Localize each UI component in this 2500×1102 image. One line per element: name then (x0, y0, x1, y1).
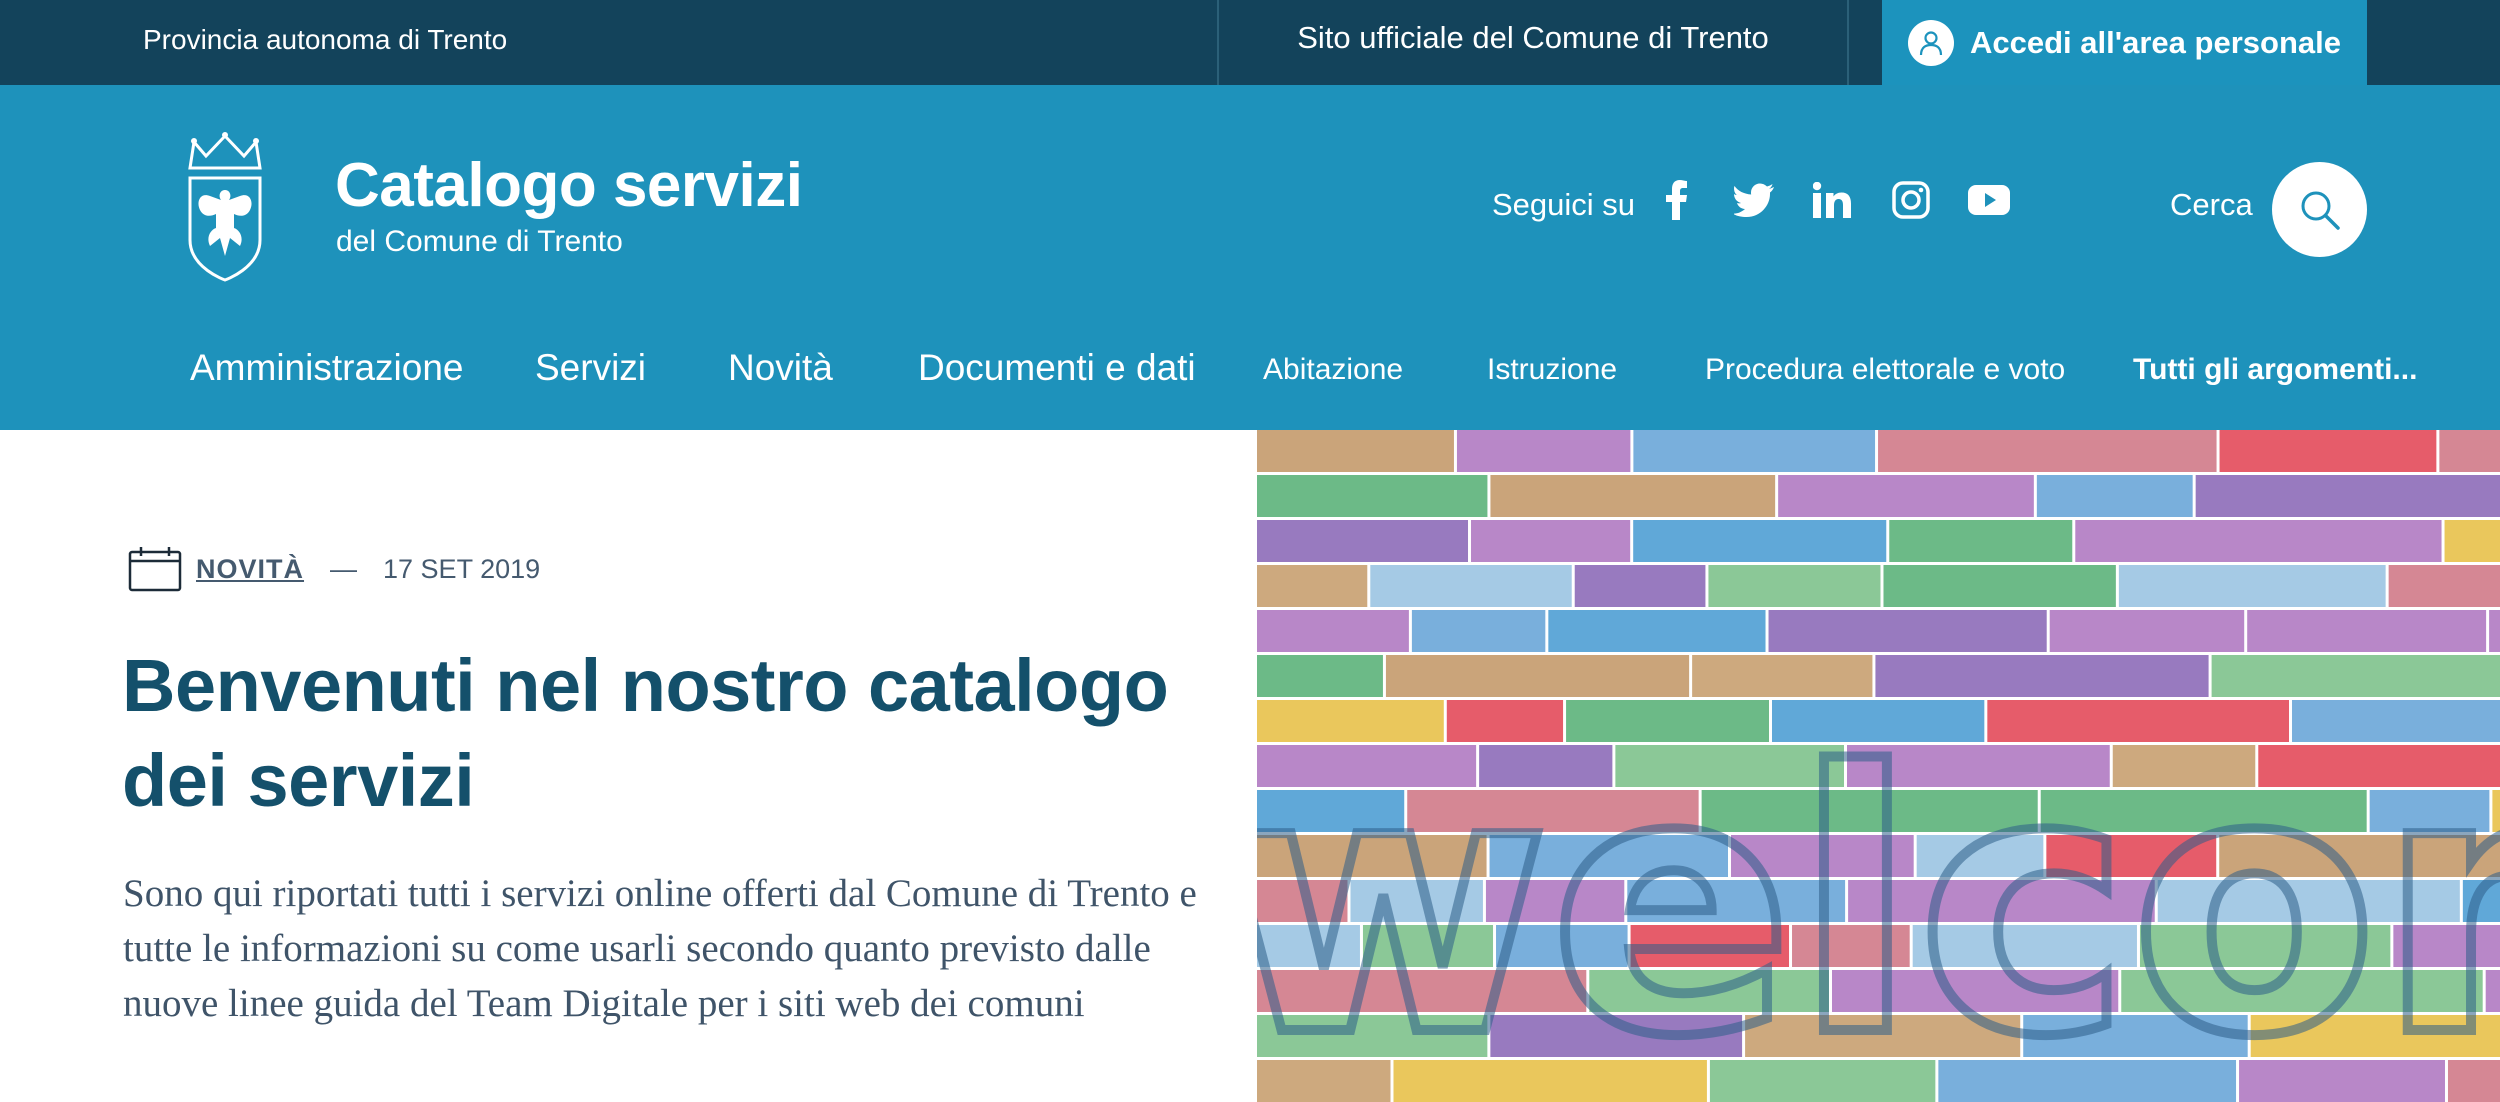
plank (1778, 475, 2034, 517)
social-label: Seguici su (1492, 187, 1636, 222)
login-label: Accedi all'area personale (1970, 24, 2341, 60)
site-subtitle: del Comune di Trento (336, 225, 623, 258)
nav-topic-procedura-elettorale[interactable]: Procedura elettorale e voto (1705, 355, 2065, 385)
official-site-link[interactable]: Sito ufficiale del Comune di Trento (1218, 0, 1848, 85)
plank (2195, 475, 2500, 517)
linkedin-icon[interactable] (1809, 177, 1855, 223)
plank (2489, 610, 2500, 652)
nav-all-topics[interactable]: Tutti gli argomenti... (2133, 355, 2417, 385)
welcome-text: welcome (1257, 696, 2500, 1102)
calendar-icon (128, 547, 182, 592)
twitter-icon[interactable] (1731, 177, 1777, 223)
plank (1548, 610, 1766, 652)
search-icon (2301, 191, 2340, 230)
plank (1257, 610, 1409, 652)
plank (2036, 475, 2193, 517)
site-header: Catalogo servizi del Comune di Trento Se… (0, 85, 2500, 430)
plank (2444, 520, 2500, 562)
plank (1490, 475, 1776, 517)
plank (1574, 565, 1706, 607)
plank (2439, 430, 2500, 472)
plank (2075, 520, 2442, 562)
plank (1471, 520, 1631, 562)
plank (1385, 655, 1690, 697)
divider (1847, 0, 1849, 85)
user-icon (1908, 19, 1955, 66)
hero-title[interactable]: Benvenuti nel nostro catalogo dei serviz… (122, 638, 1222, 828)
youtube-icon[interactable] (1966, 177, 2012, 223)
plank (1257, 565, 1368, 607)
plank (1456, 430, 1631, 472)
welcome-planks-illustration: welcome (1257, 430, 2500, 1102)
hero-description: Sono qui riportati tutti i servizi onlin… (123, 872, 1197, 1025)
category-link[interactable]: NOVITÀ (196, 554, 304, 585)
plank (1257, 430, 1454, 472)
plank (2247, 610, 2487, 652)
plank (1257, 520, 1469, 562)
region-link[interactable]: Provincia autonoma di Trento (143, 0, 507, 85)
site-title[interactable]: Catalogo servizi (335, 155, 803, 217)
facebook-icon[interactable] (1653, 177, 1699, 223)
crest-eagle-icon[interactable] (180, 130, 270, 285)
plank (2211, 655, 2500, 697)
plank (1692, 655, 1873, 697)
plank (1257, 475, 1488, 517)
plank (1889, 520, 2073, 562)
plank (1411, 610, 1546, 652)
plank (1633, 520, 1887, 562)
top-bar: Provincia autonoma di Trento Sito uffici… (0, 0, 2500, 85)
plank (1708, 565, 1881, 607)
search-label[interactable]: Cerca (2170, 189, 2253, 220)
login-button[interactable]: Accedi all'area personale (1882, 0, 2367, 85)
nav-topic-abitazione[interactable]: Abitazione (1263, 355, 1403, 385)
nav-novita[interactable]: Novità (728, 349, 833, 386)
plank (2049, 610, 2245, 652)
nav-documenti-e-dati[interactable]: Documenti e dati (918, 349, 1196, 386)
plank (2219, 430, 2437, 472)
nav-servizi[interactable]: Servizi (535, 349, 646, 386)
plank (1878, 430, 2217, 472)
search-button[interactable] (2272, 162, 2367, 257)
plank (1257, 655, 1383, 697)
article-meta: NOVITÀ — 17 SET 2019 (128, 547, 541, 592)
plank (1370, 565, 1572, 607)
plank (1633, 430, 1876, 472)
plank (2118, 565, 2386, 607)
plank (1768, 610, 2047, 652)
nav-topic-istruzione[interactable]: Istruzione (1487, 355, 1617, 385)
instagram-icon[interactable] (1888, 177, 1934, 223)
meta-separator: — (330, 553, 358, 584)
hero-image: welcome (1257, 430, 2500, 1102)
plank (1883, 565, 2116, 607)
article-date: 17 SET 2019 (383, 553, 541, 584)
plank (2388, 565, 2500, 607)
plank (1875, 655, 2209, 697)
nav-amministrazione[interactable]: Amministrazione (190, 349, 463, 386)
